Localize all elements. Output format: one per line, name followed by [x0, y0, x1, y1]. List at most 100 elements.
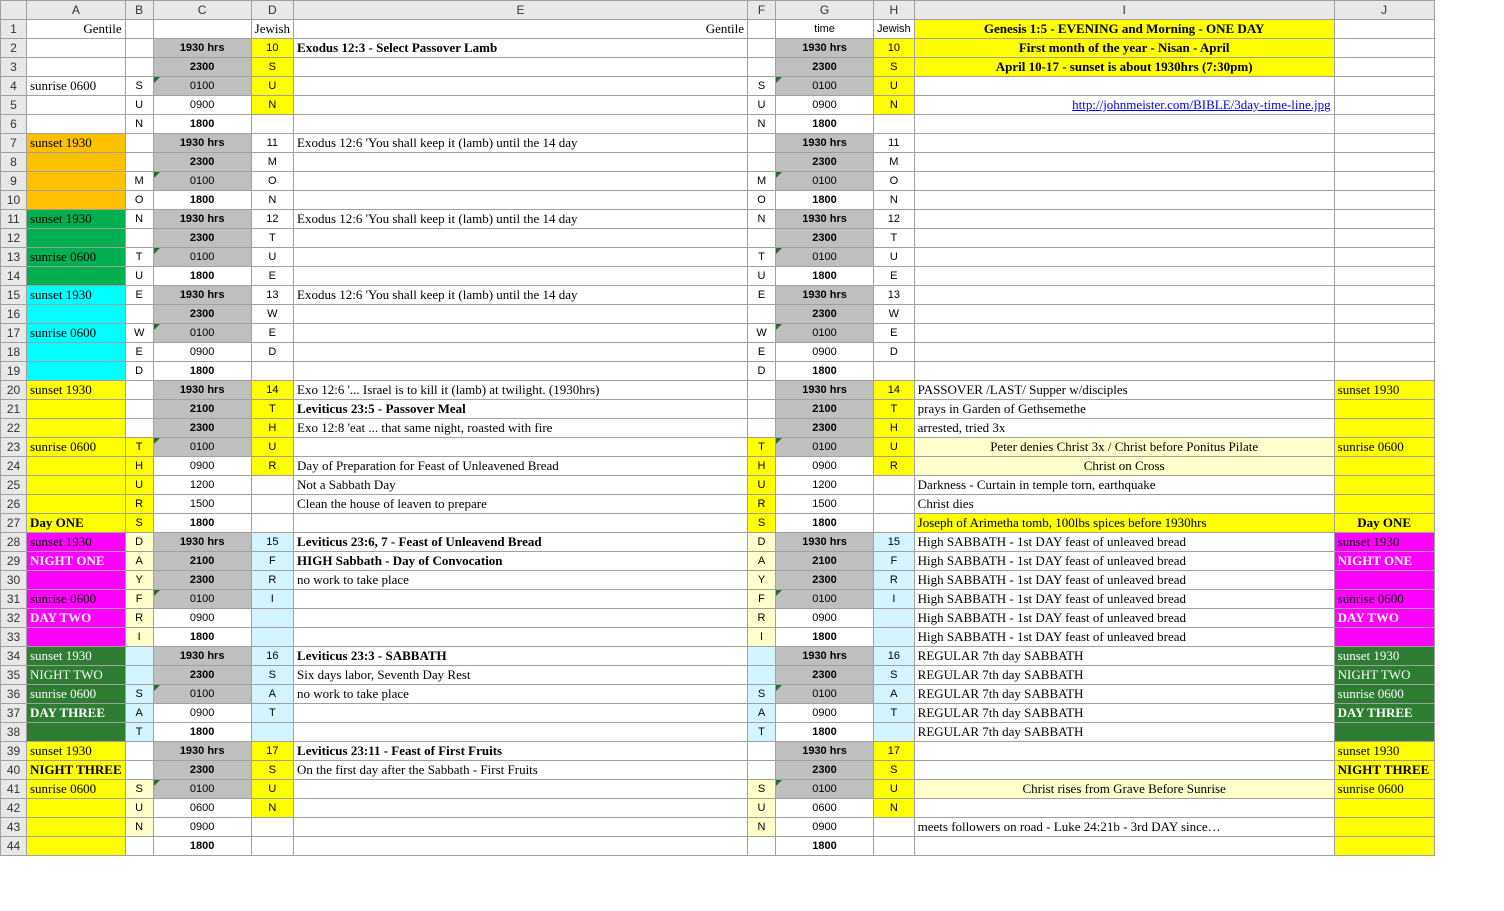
- row-header-26[interactable]: 26: [1, 495, 27, 514]
- cell-D38[interactable]: [251, 723, 293, 742]
- cell-G26[interactable]: 1500: [776, 495, 874, 514]
- cell-F36[interactable]: S: [748, 685, 776, 704]
- cell-J44[interactable]: [1334, 837, 1434, 856]
- cell-B16[interactable]: [125, 305, 153, 324]
- cell-G1[interactable]: time: [776, 20, 874, 39]
- row-header-16[interactable]: 16: [1, 305, 27, 324]
- cell-G44[interactable]: 1800: [776, 837, 874, 856]
- cell-E31[interactable]: [294, 590, 748, 609]
- cell-F30[interactable]: Y: [748, 571, 776, 590]
- cell-C25[interactable]: 1200: [153, 476, 251, 495]
- cell-I37[interactable]: REGULAR 7th day SABBATH: [914, 704, 1334, 723]
- cell-B5[interactable]: U: [125, 96, 153, 115]
- cell-H42[interactable]: N: [874, 799, 915, 818]
- row-header-37[interactable]: 37: [1, 704, 27, 723]
- cell-H10[interactable]: N: [874, 191, 915, 210]
- cell-D6[interactable]: [251, 115, 293, 134]
- cell-A13[interactable]: sunrise 0600: [27, 248, 126, 267]
- cell-D7[interactable]: 11: [251, 134, 293, 153]
- cell-A10[interactable]: [27, 191, 126, 210]
- cell-H38[interactable]: [874, 723, 915, 742]
- cell-A42[interactable]: [27, 799, 126, 818]
- cell-H16[interactable]: W: [874, 305, 915, 324]
- col-header-F[interactable]: F: [748, 1, 776, 20]
- cell-J29[interactable]: NIGHT ONE: [1334, 552, 1434, 571]
- cell-B14[interactable]: U: [125, 267, 153, 286]
- row-header-35[interactable]: 35: [1, 666, 27, 685]
- cell-G35[interactable]: 2300: [776, 666, 874, 685]
- cell-B33[interactable]: I: [125, 628, 153, 647]
- cell-G4[interactable]: 0100: [776, 77, 874, 96]
- cell-E2[interactable]: Exodus 12:3 - Select Passover Lamb: [294, 39, 748, 58]
- row-header-15[interactable]: 15: [1, 286, 27, 305]
- cell-D4[interactable]: U: [251, 77, 293, 96]
- cell-J43[interactable]: [1334, 818, 1434, 837]
- cell-A31[interactable]: sunrise 0600: [27, 590, 126, 609]
- cell-I17[interactable]: [914, 324, 1334, 343]
- cell-G5[interactable]: 0900: [776, 96, 874, 115]
- cell-A7[interactable]: sunset 1930: [27, 134, 126, 153]
- cell-C44[interactable]: 1800: [153, 837, 251, 856]
- cell-I18[interactable]: [914, 343, 1334, 362]
- cell-C11[interactable]: 1930 hrs: [153, 210, 251, 229]
- cell-A15[interactable]: sunset 1930: [27, 286, 126, 305]
- cell-E3[interactable]: [294, 58, 748, 77]
- cell-J39[interactable]: sunset 1930: [1334, 742, 1434, 761]
- cell-H32[interactable]: [874, 609, 915, 628]
- cell-I29[interactable]: High SABBATH - 1st DAY feast of unleaved…: [914, 552, 1334, 571]
- cell-C23[interactable]: 0100: [153, 438, 251, 457]
- cell-A34[interactable]: sunset 1930: [27, 647, 126, 666]
- cell-F43[interactable]: N: [748, 818, 776, 837]
- cell-A12[interactable]: [27, 229, 126, 248]
- cell-J42[interactable]: [1334, 799, 1434, 818]
- cell-E1[interactable]: Gentile: [294, 20, 748, 39]
- row-header-20[interactable]: 20: [1, 381, 27, 400]
- cell-H3[interactable]: S: [874, 58, 915, 77]
- cell-A3[interactable]: [27, 58, 126, 77]
- row-header-12[interactable]: 12: [1, 229, 27, 248]
- cell-B32[interactable]: R: [125, 609, 153, 628]
- cell-H13[interactable]: U: [874, 248, 915, 267]
- cell-B23[interactable]: T: [125, 438, 153, 457]
- cell-J18[interactable]: [1334, 343, 1434, 362]
- cell-H29[interactable]: F: [874, 552, 915, 571]
- cell-D5[interactable]: N: [251, 96, 293, 115]
- cell-H28[interactable]: 15: [874, 533, 915, 552]
- cell-I25[interactable]: Darkness - Curtain in temple torn, earth…: [914, 476, 1334, 495]
- cell-I1[interactable]: Genesis 1:5 - EVENING and Morning - ONE …: [914, 20, 1334, 39]
- cell-A32[interactable]: DAY TWO: [27, 609, 126, 628]
- row-header-28[interactable]: 28: [1, 533, 27, 552]
- cell-D43[interactable]: [251, 818, 293, 837]
- cell-D20[interactable]: 14: [251, 381, 293, 400]
- cell-F34[interactable]: [748, 647, 776, 666]
- cell-D18[interactable]: D: [251, 343, 293, 362]
- cell-G40[interactable]: 2300: [776, 761, 874, 780]
- row-header-30[interactable]: 30: [1, 571, 27, 590]
- cell-G34[interactable]: 1930 hrs: [776, 647, 874, 666]
- cell-A36[interactable]: sunrise 0600: [27, 685, 126, 704]
- cell-A1[interactable]: Gentile: [27, 20, 126, 39]
- cell-G31[interactable]: 0100: [776, 590, 874, 609]
- cell-F16[interactable]: [748, 305, 776, 324]
- cell-C21[interactable]: 2100: [153, 400, 251, 419]
- spreadsheet-grid[interactable]: ABCDEFGHIJ1GentileJewishGentiletimeJewis…: [0, 0, 1435, 856]
- row-header-21[interactable]: 21: [1, 400, 27, 419]
- cell-A24[interactable]: [27, 457, 126, 476]
- cell-A23[interactable]: sunrise 0600: [27, 438, 126, 457]
- cell-C9[interactable]: 0100: [153, 172, 251, 191]
- cell-C6[interactable]: 1800: [153, 115, 251, 134]
- cell-E38[interactable]: [294, 723, 748, 742]
- col-header-C[interactable]: C: [153, 1, 251, 20]
- cell-G22[interactable]: 2300: [776, 419, 874, 438]
- cell-A6[interactable]: [27, 115, 126, 134]
- cell-E39[interactable]: Leviticus 23:11 - Feast of First Fruits: [294, 742, 748, 761]
- cell-J25[interactable]: [1334, 476, 1434, 495]
- cell-D24[interactable]: R: [251, 457, 293, 476]
- cell-D22[interactable]: H: [251, 419, 293, 438]
- cell-C39[interactable]: 1930 hrs: [153, 742, 251, 761]
- cell-F27[interactable]: S: [748, 514, 776, 533]
- cell-G21[interactable]: 2100: [776, 400, 874, 419]
- cell-E12[interactable]: [294, 229, 748, 248]
- cell-E25[interactable]: Not a Sabbath Day: [294, 476, 748, 495]
- cell-C14[interactable]: 1800: [153, 267, 251, 286]
